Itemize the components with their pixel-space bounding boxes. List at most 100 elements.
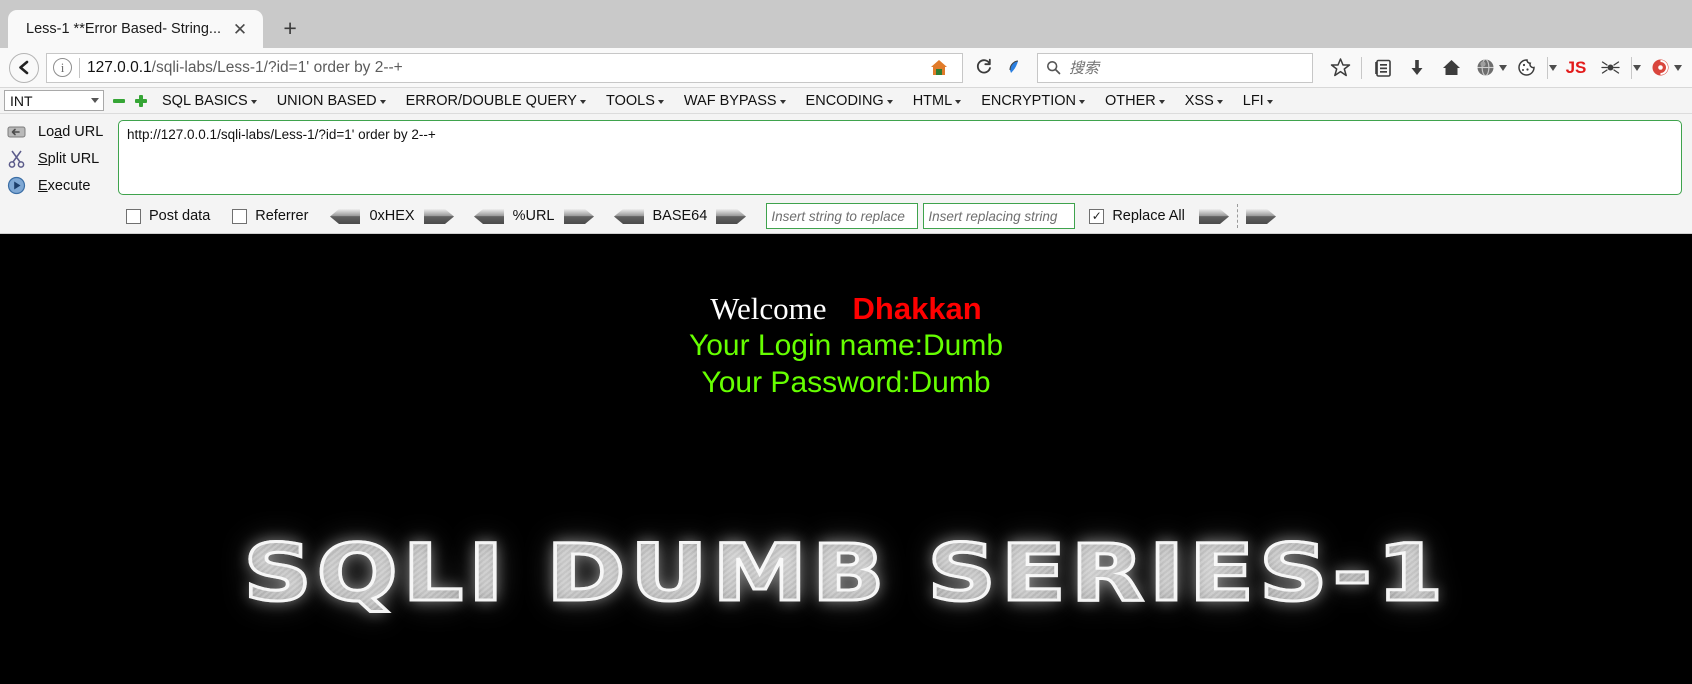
menu-tools[interactable]: TOOLS <box>600 93 670 109</box>
menu-label: ENCRYPTION <box>981 92 1076 109</box>
checkbox-box <box>232 208 248 224</box>
menu-other[interactable]: OTHER <box>1099 93 1171 109</box>
decode-arrow-icon[interactable] <box>473 208 504 224</box>
chevron-down-icon <box>91 98 99 103</box>
encoder-base64-label: BASE64 <box>652 208 708 224</box>
menu-waf-bypass[interactable]: WAF BYPASS <box>678 93 792 109</box>
downloads-icon[interactable] <box>1400 52 1434 84</box>
replace-to-input[interactable]: Insert replacing string <box>923 203 1076 229</box>
replace-next-arrow-icon[interactable] <box>1245 208 1276 224</box>
encode-arrow-icon[interactable] <box>423 208 454 224</box>
hackbar-panel: INT SQL BASICS UNION BASED ERROR/DOUBLE … <box>0 88 1692 234</box>
page-info-icon[interactable]: i <box>53 58 72 77</box>
split-url-button[interactable]: Split URL <box>0 145 116 172</box>
page-content: Welcome Dhakkan Your Login name:Dumb Your… <box>0 234 1692 680</box>
hackbar-actions: Load URL Split URL Execute <box>0 114 116 199</box>
tab-strip: Less-1 **Error Based- String... ✕ + <box>0 0 1692 48</box>
encoder-url-group: %URL <box>473 208 594 224</box>
encoder-base64-group: BASE64 <box>613 208 747 224</box>
menu-label: ENCODING <box>805 92 884 109</box>
chevron-down-icon <box>886 100 893 104</box>
globe-menu-caret-icon[interactable] <box>1499 64 1507 71</box>
load-url-label: Load URL <box>38 123 104 140</box>
welcome-name: Dhakkan <box>852 291 982 326</box>
account-menu-icon[interactable] <box>1643 52 1677 84</box>
post-data-checkbox[interactable]: Post data <box>126 208 210 224</box>
execute-label: Execute <box>38 177 91 194</box>
menu-encoding[interactable]: ENCODING <box>800 93 899 109</box>
search-input-placeholder: 搜索 <box>1069 60 1100 77</box>
back-arrow-icon <box>9 52 39 83</box>
spider-tool-icon[interactable] <box>1593 52 1627 84</box>
split-url-icon <box>4 148 28 170</box>
welcome-word: Welcome <box>710 291 827 326</box>
load-url-button[interactable]: Load URL <box>0 118 116 145</box>
reload-button[interactable] <box>967 53 999 83</box>
browser-tab[interactable]: Less-1 **Error Based- String... ✕ <box>8 10 264 48</box>
globe-menu-icon[interactable] <box>1468 52 1502 84</box>
bookmark-star-icon[interactable] <box>1323 52 1357 84</box>
navigation-toolbar: i 127.0.0.1/sqli-labs/Less-1/?id=1' orde… <box>0 48 1692 88</box>
menu-label: XSS <box>1184 92 1214 109</box>
checkbox-box <box>126 208 141 224</box>
new-tab-button[interactable]: + <box>273 11 307 45</box>
menu-label: OTHER <box>1105 92 1156 109</box>
search-bar[interactable]: 搜索 <box>1037 52 1313 83</box>
execute-button[interactable]: Execute <box>0 172 116 199</box>
hackbar-body: Load URL Split URL Execute http://127.0.… <box>0 114 1692 199</box>
toolbar-divider <box>1361 56 1362 79</box>
encode-arrow-icon[interactable] <box>716 208 747 224</box>
chevron-down-icon <box>779 100 786 104</box>
menu-sql-basics[interactable]: SQL BASICS <box>156 93 263 109</box>
url-bar[interactable]: i 127.0.0.1/sqli-labs/Less-1/?id=1' orde… <box>46 52 963 84</box>
menu-label: HTML <box>912 92 953 109</box>
remove-icon[interactable] <box>111 93 126 108</box>
replace-all-checkbox[interactable]: ✓ Replace All <box>1089 208 1185 224</box>
menu-error-double-query[interactable]: ERROR/DOUBLE QUERY <box>400 93 592 109</box>
home-icon[interactable] <box>922 52 956 84</box>
reader-list-icon[interactable] <box>1366 52 1400 84</box>
chevron-down-icon <box>250 100 257 104</box>
replace-from-input[interactable]: Insert string to replace <box>766 203 919 229</box>
extension-menu-icon[interactable] <box>1633 64 1641 71</box>
menu-lfi[interactable]: LFI <box>1237 93 1279 109</box>
load-url-icon <box>4 121 28 143</box>
password-line: Your Password:Dumb <box>701 366 991 400</box>
javascript-toggle-icon[interactable]: JS <box>1559 52 1593 84</box>
chevron-down-icon <box>1216 100 1223 104</box>
url-host: 127.0.0.1 <box>87 58 152 76</box>
decode-arrow-icon[interactable] <box>613 208 644 224</box>
menu-union-based[interactable]: UNION BASED <box>271 93 392 109</box>
sqli-dumb-series-logo: SQLI DUMB SERIES-1 <box>242 528 1449 621</box>
add-icon[interactable] <box>133 93 148 108</box>
decode-arrow-icon[interactable] <box>330 208 361 224</box>
chevron-down-icon <box>579 100 586 104</box>
menu-label: UNION BASED <box>276 92 377 109</box>
menu-label: WAF BYPASS <box>683 92 777 109</box>
url-text: 127.0.0.1/sqli-labs/Less-1/?id=1' order … <box>87 59 922 77</box>
encoder-hex-label: 0xHEX <box>369 208 415 224</box>
overflow-menu-icon[interactable] <box>1549 64 1557 71</box>
home-button-icon[interactable] <box>1434 52 1468 84</box>
back-button[interactable] <box>8 52 40 83</box>
chevron-down-icon <box>1158 100 1165 104</box>
container-tab-icon[interactable] <box>999 53 1031 83</box>
account-menu-caret-icon[interactable] <box>1674 64 1682 71</box>
split-url-label: Split URL <box>38 150 100 167</box>
referrer-checkbox[interactable]: Referrer <box>232 208 308 224</box>
referrer-label: Referrer <box>255 208 309 224</box>
cookie-manager-icon[interactable] <box>1509 52 1543 84</box>
request-textarea[interactable]: http://127.0.0.1/sqli-labs/Less-1/?id=1'… <box>118 120 1682 195</box>
search-icon <box>1046 60 1061 75</box>
replace-apply-arrow-icon[interactable] <box>1198 208 1229 224</box>
menu-encryption[interactable]: ENCRYPTION <box>975 93 1091 109</box>
menu-xss[interactable]: XSS <box>1179 93 1229 109</box>
close-icon[interactable]: ✕ <box>229 18 251 40</box>
injection-type-select[interactable]: INT <box>4 90 104 111</box>
toolbar-divider-2 <box>1547 56 1548 79</box>
chevron-down-icon <box>379 100 386 104</box>
execute-icon <box>4 175 28 197</box>
encode-arrow-icon[interactable] <box>563 208 594 224</box>
menu-html[interactable]: HTML <box>907 93 967 109</box>
hackbar-menu-row: INT SQL BASICS UNION BASED ERROR/DOUBLE … <box>0 88 1692 114</box>
